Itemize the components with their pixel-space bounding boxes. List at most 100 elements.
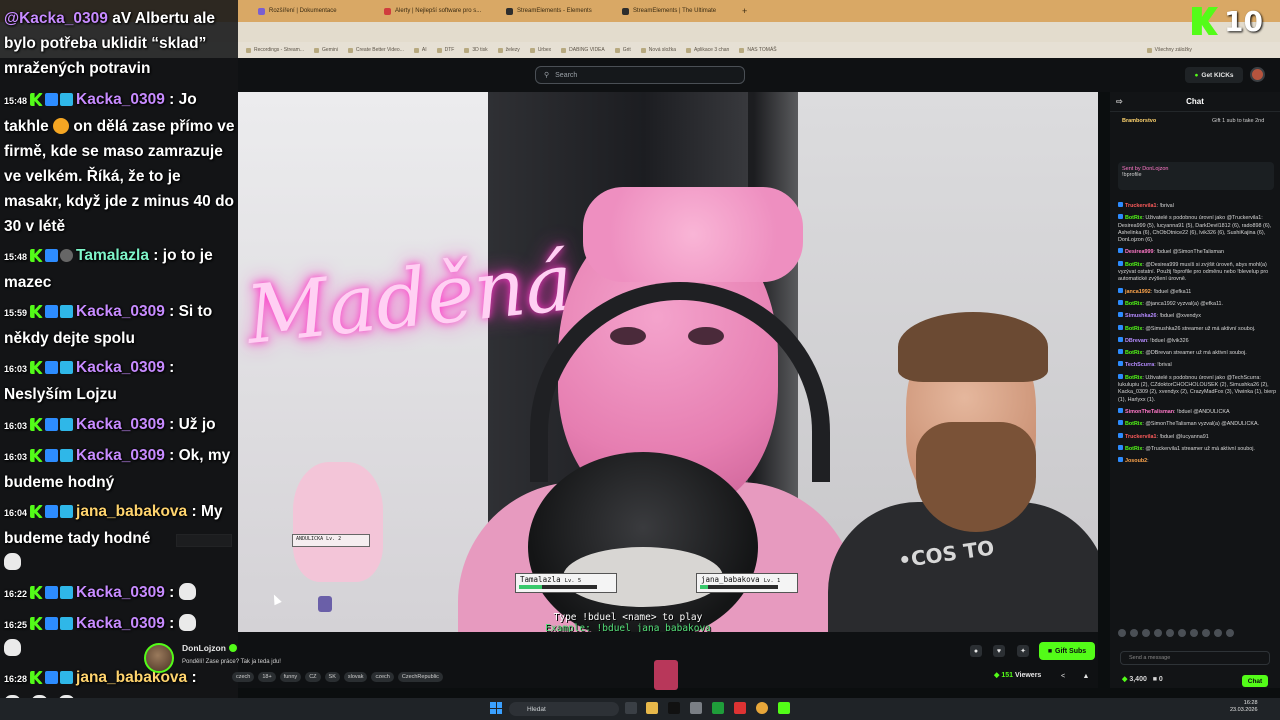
emote-icon[interactable] <box>1190 629 1198 637</box>
task-view-icon[interactable] <box>625 702 637 714</box>
tag[interactable]: czech <box>371 672 394 682</box>
get-kicks-button[interactable]: ● Get KICKs <box>1185 67 1243 83</box>
bookmark[interactable]: DABING VIDEA <box>561 47 605 53</box>
browser-tab[interactable]: Alerty | Nejlepší software pro s... <box>378 3 496 19</box>
taskbar-search[interactable]: Hledat <box>509 702 619 716</box>
tag[interactable]: CZ <box>305 672 321 682</box>
browser-tab[interactable]: Rozšíření | Dokumentace <box>252 3 370 19</box>
chat-line-user[interactable]: BotRix <box>1125 262 1142 268</box>
tag[interactable]: SK <box>324 672 340 682</box>
search-input[interactable]: ⚲ Search <box>535 66 745 84</box>
gift-leaderboard: Bramborstvo Gift 1 sub to take 2nd <box>1122 118 1272 142</box>
bookmark[interactable]: Create Better Video... <box>348 47 404 53</box>
collapse-chat-icon[interactable]: ⇨ <box>1116 97 1123 106</box>
chat-badge-icon <box>1118 432 1123 438</box>
chat-line: BotRix: Uživatelé s podobnou úrovní jako… <box>1118 373 1278 404</box>
share-icon[interactable]: < <box>1057 670 1069 682</box>
notification-bell-icon[interactable]: ● <box>970 645 982 657</box>
app-icon[interactable] <box>734 702 746 714</box>
chat-line-user[interactable]: BotRix <box>1125 421 1142 427</box>
browser-tab[interactable]: StreamElements | The Ultimate <box>616 3 734 19</box>
chat-line-user[interactable]: janca1992 <box>1125 289 1151 295</box>
emote-icon[interactable] <box>1226 629 1234 637</box>
bookmark[interactable]: Nová složka <box>641 47 676 53</box>
bookmark[interactable]: Urbex <box>530 47 551 53</box>
user-avatar[interactable] <box>1250 67 1265 82</box>
tag[interactable]: funny <box>279 672 302 682</box>
system-clock[interactable]: 16:28 23.03.2026 <box>1230 700 1258 714</box>
bookmark[interactable]: NAS TOMÁŠ <box>739 47 776 53</box>
chat-line-user[interactable]: TechScurra <box>1125 362 1154 368</box>
chat-line-user[interactable]: DBrevan <box>1125 338 1147 344</box>
chat-line-user[interactable]: BotRix <box>1125 350 1142 356</box>
gift-subs-button[interactable]: ■ Gift Subs <box>1039 642 1095 660</box>
tag[interactable]: CzechRepublic <box>397 672 443 682</box>
duel-player-name: ANDULICKA <box>296 536 324 542</box>
xbox-icon[interactable] <box>712 702 724 714</box>
sub-badge-icon <box>45 671 59 684</box>
all-bookmarks[interactable]: Všechny záložky <box>1147 47 1192 53</box>
chat-line-user[interactable]: BotRix <box>1125 326 1142 332</box>
viewer-count: ◆ 151 Viewers <box>994 671 1041 679</box>
settings-icon[interactable] <box>690 702 702 714</box>
chat-title: Chat <box>1186 97 1204 106</box>
pin-icon[interactable]: ✦ <box>1017 645 1029 657</box>
report-icon[interactable]: ▲ <box>1080 670 1092 682</box>
pinned-message[interactable]: Sent by DonLojzon !bprofile <box>1118 162 1274 190</box>
emote-icon[interactable] <box>1202 629 1210 637</box>
follow-heart-icon[interactable]: ♥ <box>993 645 1005 657</box>
chrome-icon[interactable] <box>756 702 768 714</box>
bookmark[interactable]: AI <box>414 47 427 53</box>
chat-line-user[interactable]: Simushka26 <box>1125 313 1156 319</box>
chat-line-user[interactable]: BotRix <box>1125 446 1142 452</box>
chat-line: Truckervila1: !brival <box>1118 202 1278 210</box>
bookmark[interactable]: 3D tisk <box>464 47 487 53</box>
hp-fill <box>519 585 543 589</box>
bookmark[interactable]: Aplikace 3 chan <box>686 47 729 53</box>
chat-text: : <box>164 584 179 601</box>
chat-line-user[interactable]: Desirea999 <box>1125 249 1153 255</box>
file-explorer-icon[interactable] <box>646 702 658 714</box>
bookmark[interactable]: DTF <box>437 47 455 53</box>
chat-line-text: : !bduel @SimonTheTalisman <box>1153 249 1224 256</box>
kick-badge-icon <box>30 249 44 262</box>
chat-line-user[interactable]: Truckervila1 <box>1125 434 1156 440</box>
tag[interactable]: 18+ <box>258 672 276 682</box>
tag[interactable]: slovak <box>343 672 368 682</box>
chat-line-user[interactable]: SimonTheTalisman <box>1125 409 1174 415</box>
chat-badges <box>30 586 74 599</box>
kick-app-icon[interactable] <box>778 702 790 714</box>
og-badge-icon <box>60 586 74 599</box>
emote-icon[interactable] <box>1178 629 1186 637</box>
streamer-name[interactable]: DonLojzon <box>182 643 237 653</box>
chat-users-icon: ■ <box>1152 676 1157 683</box>
tab-label: StreamElements | The Ultimate <box>633 8 717 14</box>
chat-line-user[interactable]: BotRix <box>1125 215 1142 221</box>
chat-line-user[interactable]: BotRix <box>1125 375 1142 381</box>
duel-player-card: Tamalazla Lv. 5 <box>515 573 617 593</box>
emote-icon[interactable] <box>1118 629 1126 637</box>
emote-icon[interactable] <box>1142 629 1150 637</box>
chat-message-input[interactable]: Send a message <box>1120 651 1270 665</box>
bookmark[interactable]: Grit <box>615 47 631 53</box>
chat-time: 16:25 <box>4 620 28 630</box>
chat-send-button[interactable]: Chat <box>1242 675 1268 687</box>
emote-icon[interactable] <box>1166 629 1174 637</box>
emote-icon[interactable] <box>1154 629 1162 637</box>
video-player[interactable]: Maděná •COS TO <box>238 92 1098 632</box>
windows-start-icon[interactable] <box>490 702 502 714</box>
streamer-avatar[interactable] <box>144 643 174 673</box>
tag[interactable]: czech <box>232 672 255 682</box>
bookmark[interactable]: železy <box>498 47 520 53</box>
chat-line-user[interactable]: Josoub2 <box>1125 458 1147 464</box>
tiktok-icon[interactable] <box>668 702 680 714</box>
chat-line-user[interactable]: Truckervila1 <box>1125 203 1156 209</box>
bookmark[interactable]: Recordings - Stream... <box>246 47 304 53</box>
chat-line-user[interactable]: BotRix <box>1125 301 1142 307</box>
browser-tab[interactable]: StreamElements - Elements <box>500 3 618 19</box>
channel-points[interactable]: ◆ 3,400 ■ 0 <box>1122 675 1163 683</box>
emote-icon[interactable] <box>1130 629 1138 637</box>
new-tab-button[interactable]: + <box>736 3 748 19</box>
emote-icon[interactable] <box>1214 629 1222 637</box>
bookmark[interactable]: Gemini <box>314 47 338 53</box>
